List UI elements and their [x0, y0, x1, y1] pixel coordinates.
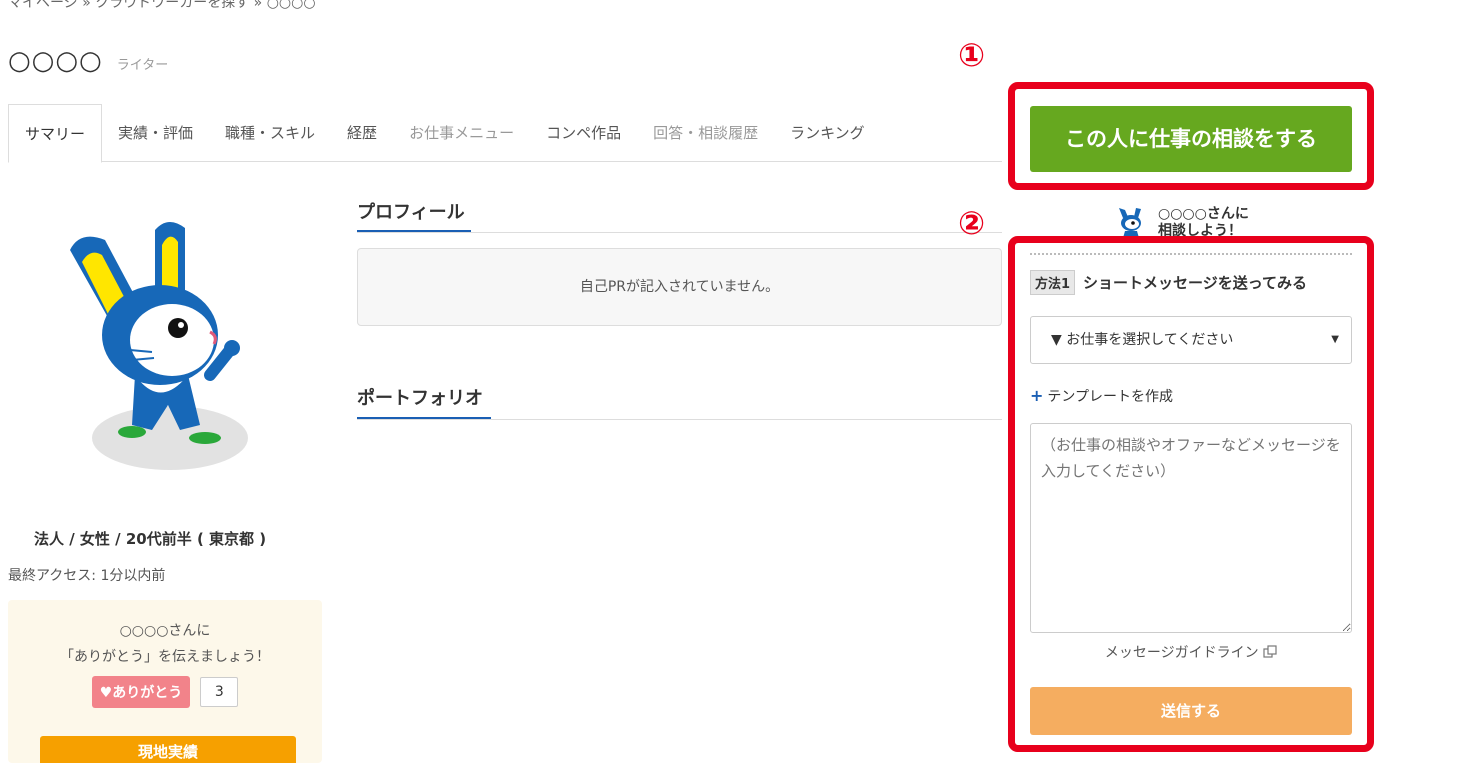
profile-tabs: サマリー 実績・評価 職種・スキル 経歴 お仕事メニュー コンペ作品 回答・相談… — [8, 104, 1002, 163]
consult-prompt: ○○○○さんに 相談しよう！ — [1158, 206, 1249, 240]
create-template-label: テンプレートを作成 — [1047, 389, 1173, 405]
tab-skills[interactable]: 職種・スキル — [209, 104, 331, 162]
message-guideline-link[interactable]: メッセージガイドライン — [1030, 642, 1352, 662]
tab-achievements[interactable]: 実績・評価 — [102, 104, 209, 162]
mascot-icon — [1119, 208, 1141, 238]
tab-answers[interactable]: 回答・相談履歴 — [637, 104, 774, 162]
breadcrumb-current: ○○○○ — [266, 0, 316, 11]
last-access: 最終アクセス: 1分以内前 — [8, 568, 166, 584]
thanks-line1: ○○○○さんに — [119, 623, 211, 639]
method-tag: 方法1 — [1030, 270, 1076, 295]
worker-name: ○○○○ — [8, 46, 103, 76]
profile-divider — [357, 232, 1002, 233]
consult-prompt-line1: ○○○○さんに — [1158, 206, 1249, 222]
annotation-two: ② — [958, 204, 986, 242]
breadcrumb-separator: » — [82, 0, 91, 11]
plus-icon: + — [1030, 386, 1044, 405]
worker-role: ライター — [116, 58, 169, 73]
portfolio-divider — [357, 419, 1002, 420]
avatar — [70, 221, 248, 470]
job-select[interactable]: ▼ お仕事を選択してください ▼ — [1030, 316, 1352, 364]
chevron-down-icon: ▼ — [1331, 334, 1339, 345]
breadcrumb-search[interactable]: クラウドワーカーを探す — [95, 0, 249, 11]
job-select-value: ▼ お仕事を選択してください — [1051, 332, 1234, 348]
breadcrumb: マイページ » クラウドワーカーを探す » ○○○○ — [8, 0, 316, 12]
portfolio-section-title: ポートフォリオ — [357, 388, 483, 409]
tab-career[interactable]: 経歴 — [331, 104, 393, 162]
create-template-link[interactable]: + テンプレートを作成 — [1030, 386, 1173, 406]
message-textarea[interactable] — [1030, 423, 1352, 633]
consult-button[interactable]: この人に仕事の相談をする — [1030, 106, 1352, 172]
method-header: 方法1 ショートメッセージを送ってみる — [1030, 270, 1307, 295]
annotation-one: ① — [958, 36, 986, 74]
breadcrumb-mypage[interactable]: マイページ — [8, 0, 78, 11]
profile-demographics: 法人 / 女性 / 20代前半 ( 東京都 ) — [34, 530, 267, 548]
send-button[interactable]: 送信する — [1030, 687, 1352, 735]
message-guideline-label: メッセージガイドライン — [1104, 645, 1259, 661]
thanks-button[interactable]: ♥ありがとう — [91, 676, 191, 708]
tab-work-menu[interactable]: お仕事メニュー — [393, 104, 530, 162]
breadcrumb-separator: » — [253, 0, 263, 11]
tab-competition[interactable]: コンペ作品 — [530, 104, 637, 162]
profile-section-title: プロフィール — [357, 202, 465, 223]
self-pr-box: 自己PRが記入されていません。 — [357, 248, 1002, 326]
thanks-count: 3 — [200, 677, 239, 707]
method-text: ショートメッセージを送ってみる — [1083, 274, 1307, 292]
dotted-divider — [1030, 253, 1352, 255]
profile-header: ○○○○ ライター — [8, 46, 168, 76]
external-link-icon — [1263, 645, 1277, 658]
achievement-button[interactable]: 現地実績 — [40, 736, 296, 763]
thanks-line2: 「ありがとう」を伝えましょう！ — [60, 649, 270, 665]
tab-ranking[interactable]: ランキング — [774, 104, 881, 162]
tab-summary[interactable]: サマリー — [8, 104, 103, 163]
